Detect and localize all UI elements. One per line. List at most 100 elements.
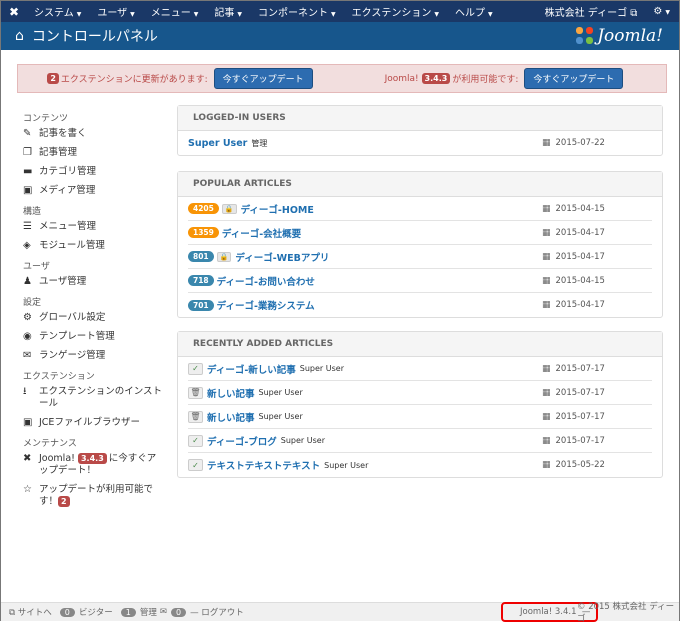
row-date: ▦ 2015-07-17 [542,388,652,398]
menu-extensions[interactable]: エクステンション ▼ [345,4,448,19]
article-link[interactable]: 新しい記事 [207,386,255,400]
row-main: ✓ ディーゴ-ブログ Super User [188,434,542,448]
update-extensions-button[interactable]: 今すぐアップデート [213,68,313,89]
article-link[interactable]: ディーゴ-業務システム [217,298,315,312]
gear-icon: ⚙ [653,6,663,17]
menu-system[interactable]: システム ▼ [27,4,90,19]
date-text: 2015-07-17 [555,435,605,446]
table-row: ✓ ディーゴ-ブログ Super User ▦ 2015-07-17 [188,429,652,453]
row-main: 801 🔒 ディーゴ-WEBアプリ [188,250,542,264]
menu-label: ユーザ [97,8,128,19]
status-bar: ⧉ サイトへ 0 ビジター 1 管理 ✉ 0 — ログアウト Joomla! 3… [1,602,679,624]
eye-icon: ◉ [23,331,32,342]
article-link[interactable]: ディーゴ-WEBアプリ [235,250,329,264]
recent-list: ✓ ディーゴ-新しい記事 Super User ▦ 2015-07-17 🗑 新しい記事 Su… [178,357,662,477]
user-link[interactable]: Super User [188,138,247,149]
sidebar-item-label: テンプレート管理 [39,331,115,342]
recent-articles-panel: RECENTLY ADDED ARTICLES ✓ ディーゴ-新しい記事 Super… [177,331,663,478]
article-link[interactable]: ディーゴ-ブログ [207,434,277,448]
calendar-icon: ▦ [542,203,551,214]
list-icon: ☰ [23,221,32,232]
date-text: 2015-07-17 [555,363,605,374]
sidebar: コンテンツ ✎ 記事を書く ❐ 記事管理 ▬ カテゴリ管理 ▣ メディア管理 構造 ☰ メ… [23,105,163,515]
calendar-icon: ▦ [542,363,551,374]
article-author: Super User [324,460,369,470]
article-link[interactable]: ディーゴ-お問い合わせ [217,274,315,288]
panel-title: RECENTLY ADDED ARTICLES [178,332,662,357]
sidebar-item-label: ランゲージ管理 [39,350,106,361]
comments-icon: ✉ [23,350,32,361]
sidebar-item-updates-available[interactable]: ☆ アップデートが利用可能です！ 2 [23,484,163,508]
row-main: 718 ディーゴ-お問い合わせ [188,274,542,288]
menu-content[interactable]: 記事 ▼ [207,4,251,19]
published-check-icon[interactable]: ✓ [188,362,203,375]
view-site-link[interactable]: ⧉ サイトへ [9,606,52,618]
site-name-link[interactable]: 株式会社 ディーゴ ⧉ [538,4,647,19]
messages-count[interactable]: 0 [170,607,187,617]
menu-users[interactable]: ユーザ ▼ [90,4,143,19]
sidebar-item-article-manager[interactable]: ❐ 記事管理 [23,147,163,159]
folder-icon: ▬ [23,166,33,177]
table-row: 4205 🔒 ディーゴ-HOME ▦ 2015-04-15 [188,197,652,221]
article-link[interactable]: ディーゴ-新しい記事 [207,362,296,376]
table-row: 801 🔒 ディーゴ-WEBアプリ ▦ 2015-04-17 [188,245,652,269]
popular-list: 4205 🔒 ディーゴ-HOME ▦ 2015-04-15 1359 ディーゴ-会社概要 ▦ 2… [178,197,662,317]
sidebar-item-category-manager[interactable]: ▬ カテゴリ管理 [23,166,163,178]
row-main: 701 ディーゴ-業務システム [188,298,542,312]
logged-in-users-panel: LOGGED-IN USERS Super User 管理 ▦ 2015-07-22 [177,105,663,156]
menu-components[interactable]: コンポーネント ▼ [251,4,345,19]
hits-badge: 4205 [188,203,219,214]
logout-link[interactable]: — ログアウト [190,606,244,618]
panel-title: LOGGED-IN USERS [178,106,662,131]
article-link[interactable]: ディーゴ-会社概要 [222,226,301,240]
joomla-logo-icon[interactable]: ✖ [1,5,27,19]
sidebar-item-global-config[interactable]: ⚙ グローバル設定 [23,312,163,324]
row-date: ▦ 2015-07-17 [542,364,652,374]
gear-icon: ⚙ [23,312,32,323]
user-menu[interactable]: ⚙ ▼ [646,6,679,17]
sidebar-item-add-article[interactable]: ✎ 記事を書く [23,128,163,140]
sidebar-item-install-extensions[interactable]: ⭳ エクステンションのインストール [23,386,163,410]
sidebar-item-jce-file-browser[interactable]: ▣ JCEファイルブラウザー [23,417,163,429]
date-text: 2015-04-15 [555,275,605,286]
date-text: 2015-04-17 [555,227,605,238]
image-icon: ▣ [23,417,33,428]
published-check-icon[interactable]: ✓ [188,459,203,471]
users-icon: ♟ [23,276,32,287]
sidebar-item-label: JCEファイルブラウザー [39,417,140,428]
sidebar-item-menu-manager[interactable]: ☰ メニュー管理 [23,221,163,233]
row-date: ▦ 2015-04-15 [542,276,652,286]
sidebar-item-template-manager[interactable]: ◉ テンプレート管理 [23,331,163,343]
article-link[interactable]: 新しい記事 [207,410,255,424]
menu-help[interactable]: ヘルプ ▼ [448,4,502,19]
update-joomla-button[interactable]: 今すぐアップデート [524,68,624,89]
trash-icon[interactable]: 🗑 [188,410,203,423]
joomla-logo-icon [576,27,594,45]
trash-icon[interactable]: 🗑 [188,386,203,399]
sidebar-item-label: 記事管理 [39,147,78,158]
sidebar-item-joomla-update[interactable]: ✖ Joomla! 3.4.3 に今すぐアップデート！ [23,453,163,477]
top-navbar: ✖ システム ▼ ユーザ ▼ メニュー ▼ 記事 ▼ コンポーネント ▼ エクステンション… [1,1,679,22]
menu-label: ヘルプ [454,8,485,19]
extension-update-count: 2 [47,73,59,84]
row-date: ▦ 2015-04-17 [542,228,652,238]
page-header: ⌂ コントロールパネル Joomla! [1,22,679,50]
row-main: 4205 🔒 ディーゴ-HOME [188,202,542,216]
sidebar-item-language-manager[interactable]: ✉ ランゲージ管理 [23,350,163,362]
pencil-icon: ✎ [23,128,32,139]
lock-icon: 🔒 [216,251,232,262]
table-row: 🗑 新しい記事 Super User ▦ 2015-07-17 [188,381,652,405]
sidebar-item-label: アップデートが利用可能です！ 2 [39,484,163,508]
joomla-icon: ✖ [23,453,32,464]
article-link[interactable]: ディーゴ-HOME [241,202,314,216]
menu-menus[interactable]: メニュー ▼ [144,4,208,19]
calendar-icon: ▦ [542,227,551,238]
sidebar-item-user-manager[interactable]: ♟ ユーザ管理 [23,276,163,288]
sidebar-item-module-manager[interactable]: ◈ モジュール管理 [23,240,163,252]
article-link[interactable]: テキストテキストテキスト [207,458,320,472]
table-row: 701 ディーゴ-業務システム ▦ 2015-04-17 [188,293,652,317]
sidebar-item-media-manager[interactable]: ▣ メディア管理 [23,185,163,197]
published-check-icon[interactable]: ✓ [188,434,203,447]
joomla-update-prefix: Joomla! [384,73,419,84]
update-alert: 2 エクステンションに更新があります: 今すぐアップデート Joomla! 3.… [17,64,667,93]
